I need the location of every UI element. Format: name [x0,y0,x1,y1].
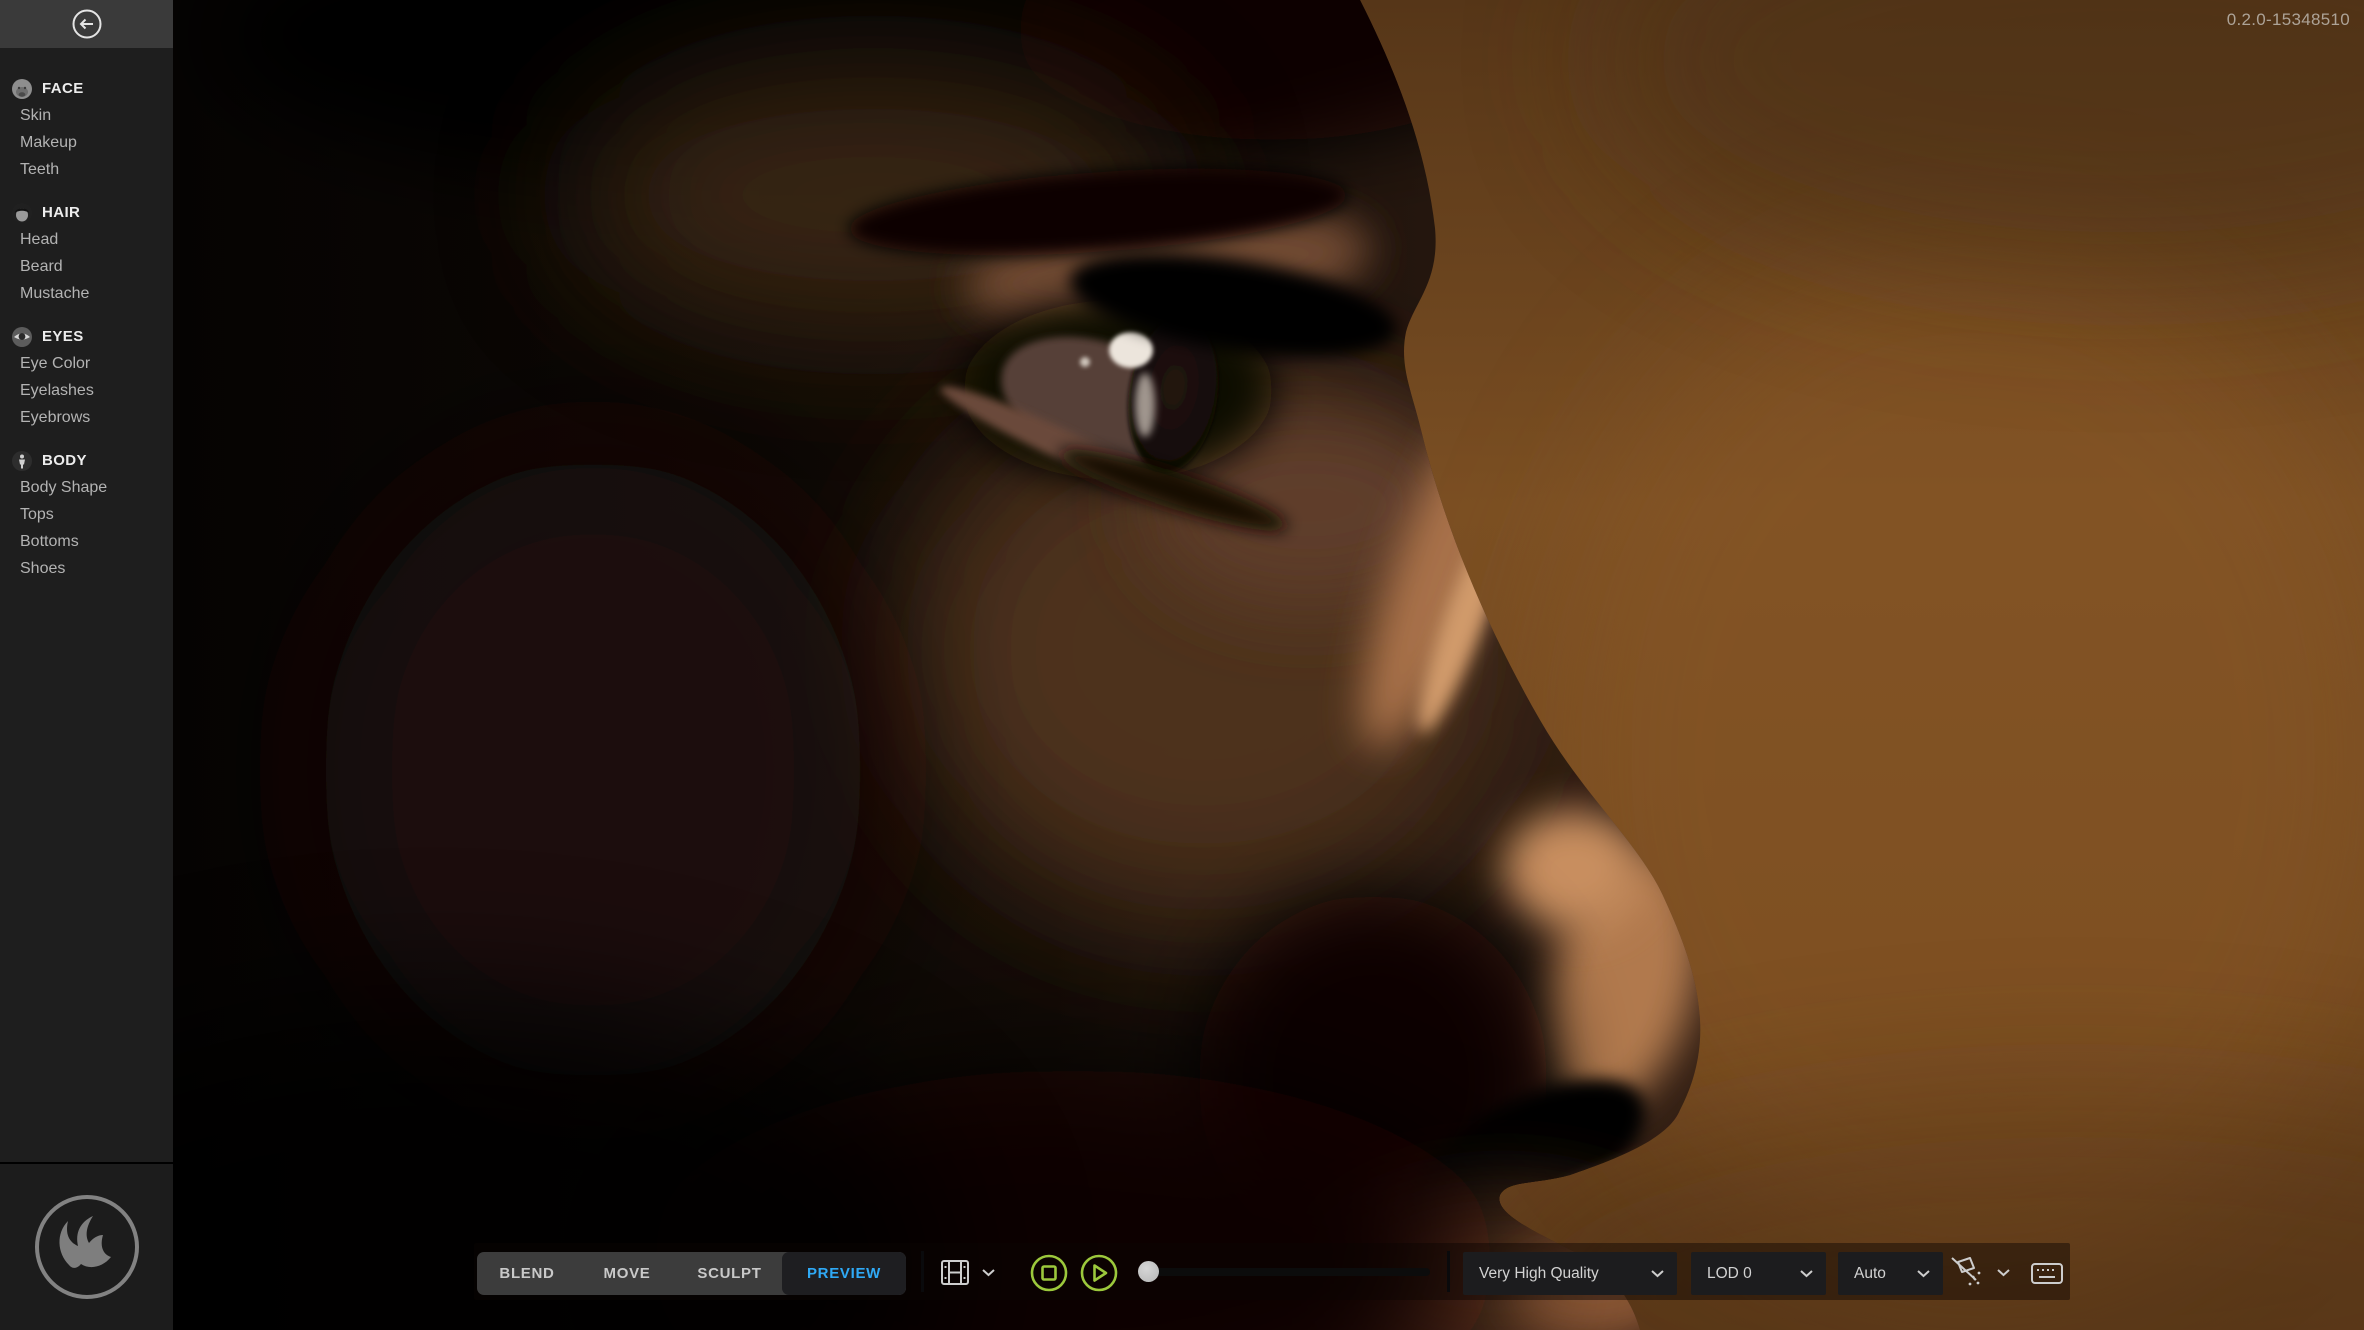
hair-icon [12,202,32,223]
timeline-track[interactable] [1147,1268,1430,1276]
film-strip-icon [941,1259,969,1285]
sidebar-item-eyelashes[interactable]: Eyelashes [0,377,173,404]
viewport-toolbar: BLEND MOVE SCULPT PREVIEW Very High Qual… [474,1243,2070,1300]
sidebar-item-mustache[interactable]: Mustache [0,280,173,307]
stop-icon [1030,1254,1067,1291]
chevron-down-icon [1996,1268,2010,1276]
sidebar-footer [0,1162,173,1330]
chevron-down-icon [1800,1270,1813,1278]
chevron-down-icon [1651,1270,1664,1278]
quality-value: Very High Quality [1479,1264,1599,1282]
sidebar-item-eye-color[interactable]: Eye Color [0,350,173,377]
sidebar-item-skin[interactable]: Skin [0,102,173,129]
mode-tab-group: BLEND MOVE SCULPT PREVIEW [477,1252,906,1295]
tab-move[interactable]: MOVE [577,1252,677,1295]
back-button[interactable] [69,6,105,42]
nav-section-face: FACE Skin Makeup Teeth [0,75,173,183]
tab-preview[interactable]: PREVIEW [782,1252,906,1295]
build-version-label: 0.2.0-15348510 [2226,10,2350,29]
lod-value: LOD 0 [1707,1264,1752,1282]
tab-sculpt[interactable]: SCULPT [677,1252,782,1295]
sidebar: FACE Skin Makeup Teeth HAIR Head Beard M… [0,0,173,1330]
body-icon [12,450,32,471]
section-header-eyes: EYES [0,323,173,350]
rig-value: Auto [1854,1264,1886,1282]
chevron-down-icon [1917,1270,1930,1278]
nav-section-eyes: EYES Eye Color Eyelashes Eyebrows [0,323,173,431]
stop-button[interactable] [1028,1252,1069,1293]
sidebar-item-bottoms[interactable]: Bottoms [0,528,173,555]
chevron-down-icon [981,1268,995,1276]
light-rig-icon [1951,1257,1981,1286]
metahuman-creator-window: 0.2.0-15348510 FACE Skin Makeup Teeth HA… [0,0,2364,1330]
section-label: HAIR [42,204,81,221]
quality-dropdown[interactable]: Very High Quality [1463,1252,1677,1295]
lod-dropdown[interactable]: LOD 0 [1691,1252,1826,1295]
character-viewport[interactable] [173,0,2364,1330]
face-icon [12,78,32,99]
section-header-body: BODY [0,447,173,474]
timeline-slider[interactable] [1138,1261,1430,1282]
arrow-back-icon [72,9,101,39]
section-header-face: FACE [0,75,173,102]
animation-clip-expand-button[interactable] [979,1266,997,1278]
toolbar-separator [1447,1251,1450,1292]
timeline-thumb[interactable] [1138,1261,1159,1282]
sidebar-item-head[interactable]: Head [0,226,173,253]
keyboard-shortcuts-button[interactable] [2028,1260,2066,1286]
play-button[interactable] [1078,1252,1119,1293]
nav-section-body: BODY Body Shape Tops Bottoms Shoes [0,447,173,582]
section-header-hair: HAIR [0,199,173,226]
viewport-render [173,0,2364,1330]
unreal-logo [34,1195,139,1299]
section-label: EYES [42,328,84,345]
category-nav: FACE Skin Makeup Teeth HAIR Head Beard M… [0,48,173,582]
animation-clip-button[interactable] [938,1258,972,1286]
rig-dropdown[interactable]: Auto [1838,1252,1943,1295]
sidebar-item-tops[interactable]: Tops [0,501,173,528]
lighting-expand-button[interactable] [1994,1266,2012,1278]
sidebar-item-beard[interactable]: Beard [0,253,173,280]
toolbar-separator [921,1251,924,1292]
sidebar-item-makeup[interactable]: Makeup [0,129,173,156]
keyboard-icon [2031,1262,2063,1284]
section-label: BODY [42,452,87,469]
eyes-icon [12,326,32,347]
sidebar-item-shoes[interactable]: Shoes [0,555,173,582]
lighting-button[interactable] [1946,1255,1986,1289]
sidebar-header [0,0,173,48]
nav-section-hair: HAIR Head Beard Mustache [0,199,173,307]
sidebar-item-teeth[interactable]: Teeth [0,156,173,183]
sidebar-item-eyebrows[interactable]: Eyebrows [0,404,173,431]
section-label: FACE [42,80,84,97]
sidebar-item-body-shape[interactable]: Body Shape [0,474,173,501]
play-icon [1080,1254,1117,1291]
tab-blend[interactable]: BLEND [477,1252,577,1295]
